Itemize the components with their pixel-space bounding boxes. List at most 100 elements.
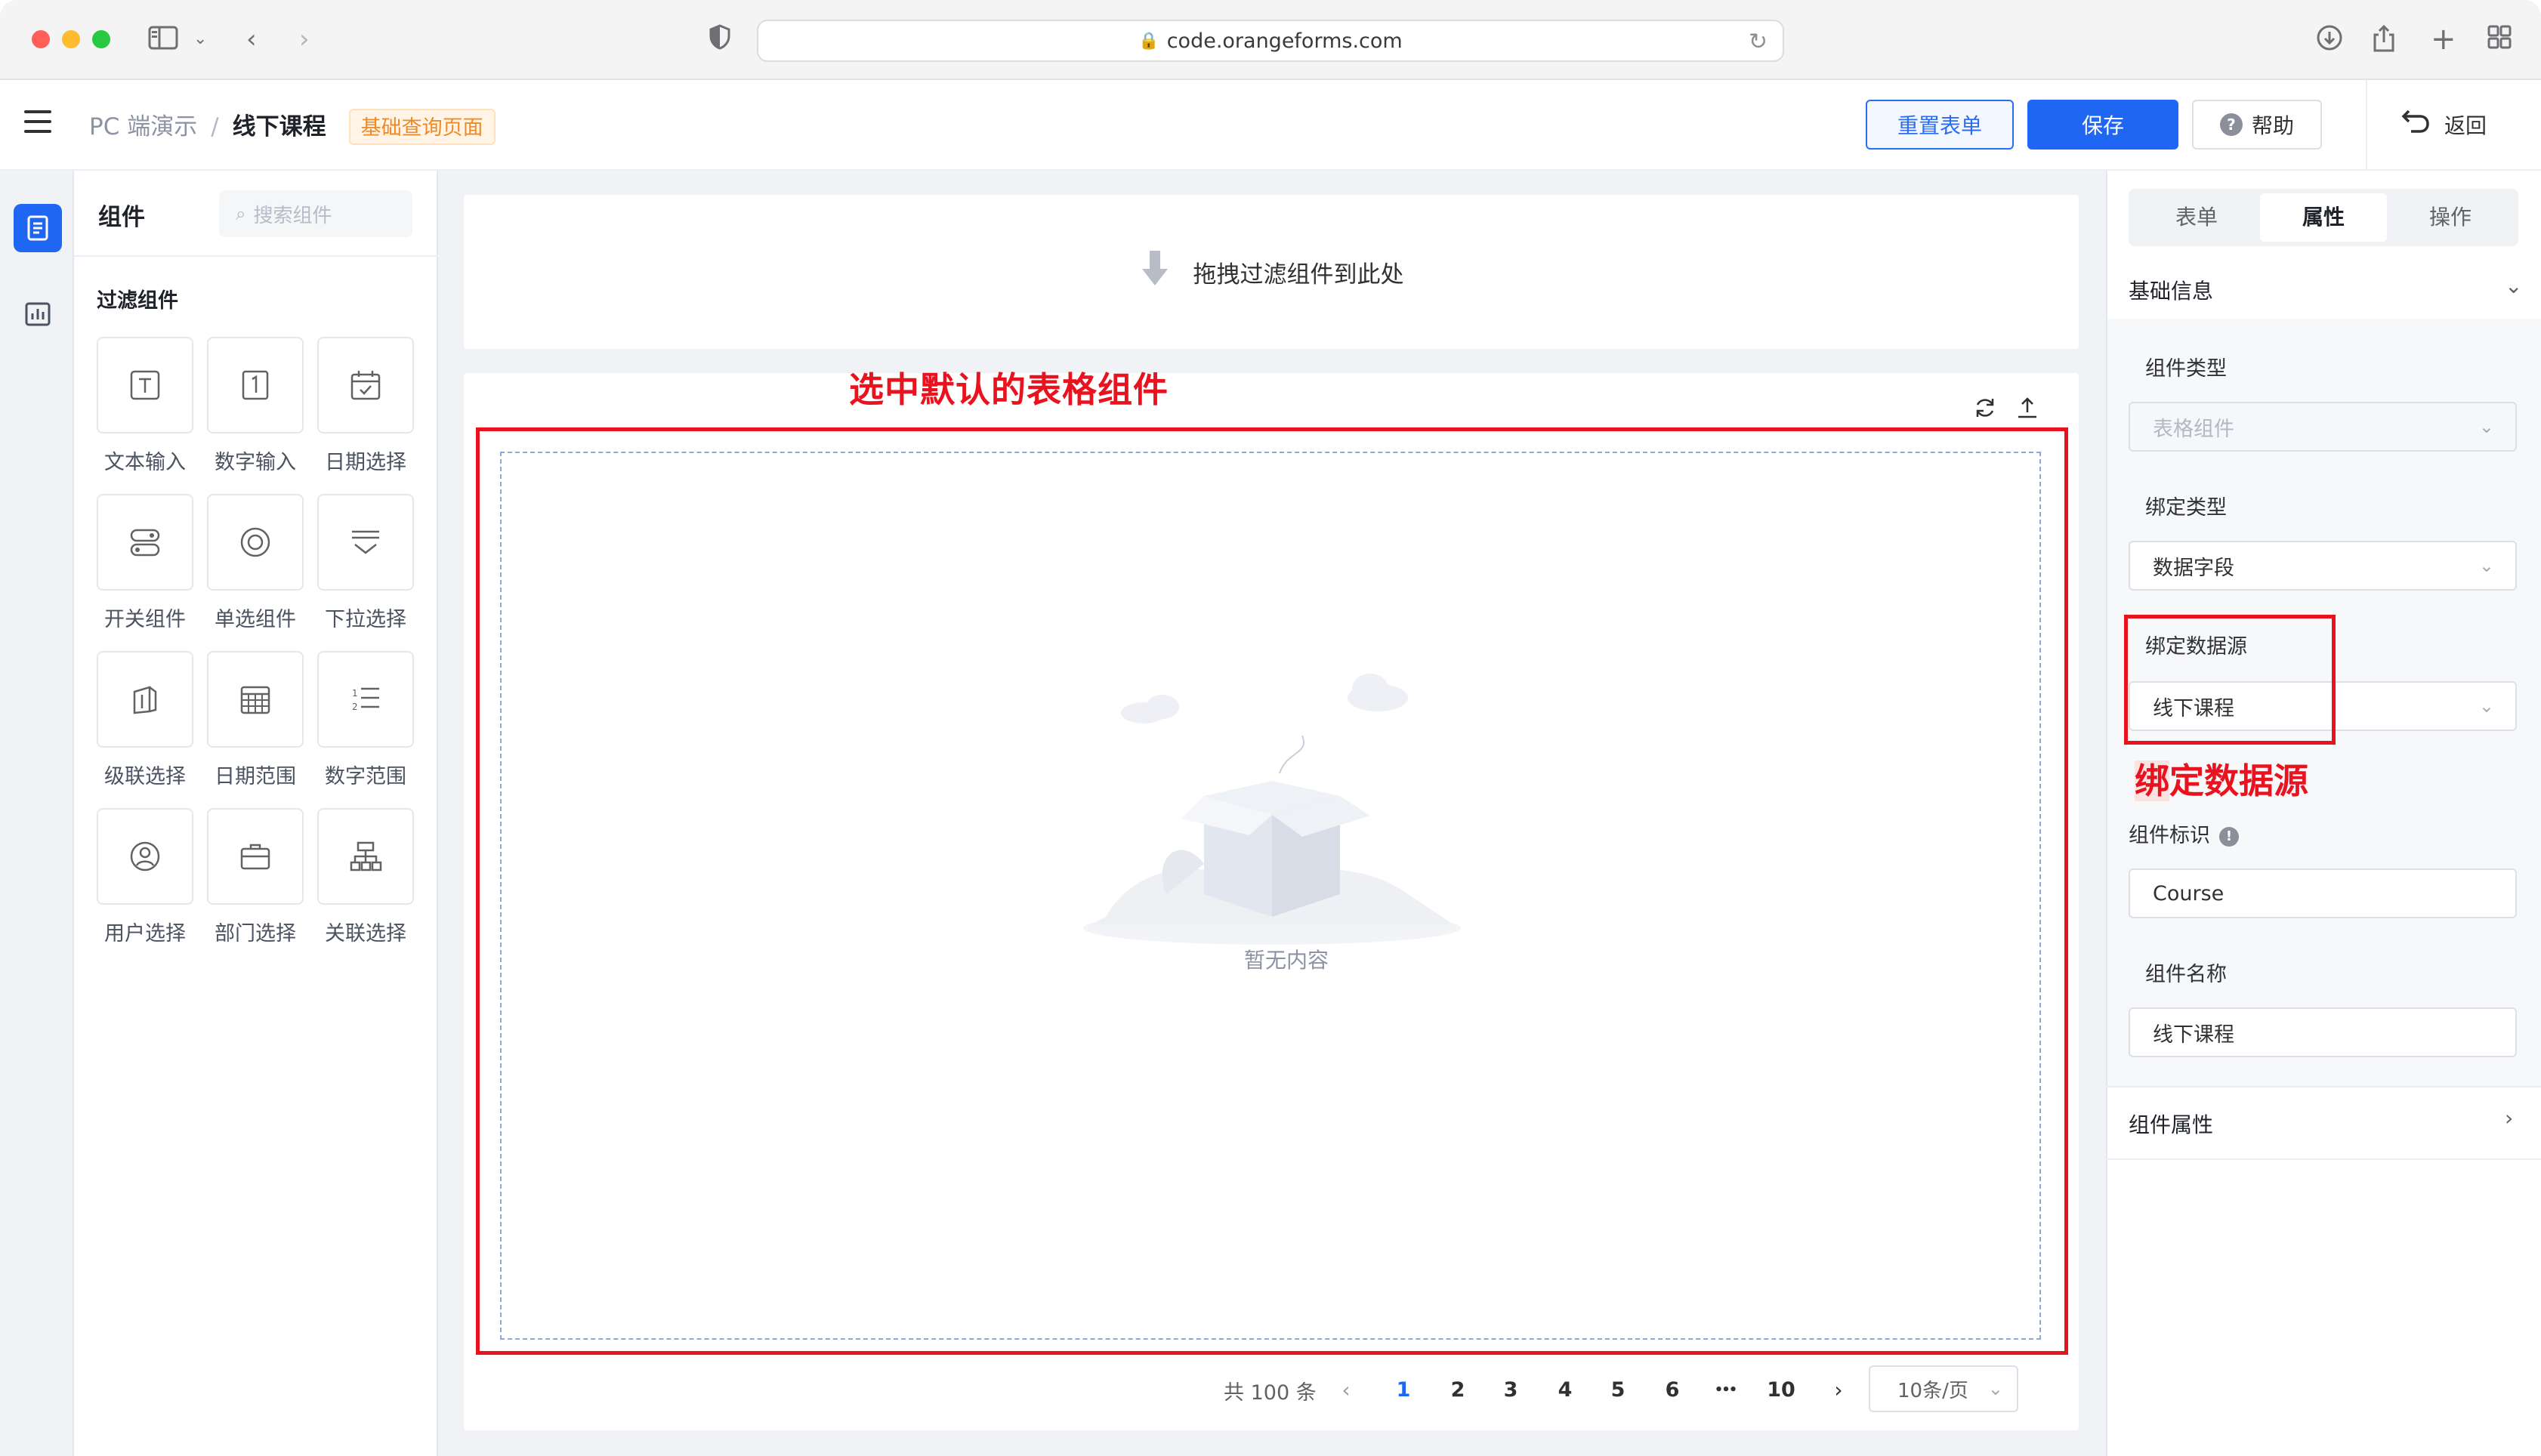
lock-icon: 🔒 [1138, 31, 1159, 51]
component-tile-department-select[interactable]: 部门选择 [207, 808, 304, 965]
address-bar[interactable]: 🔒 code.orangeforms.com ↻ [757, 20, 1784, 62]
component-panel: 组件 ⌕ 搜索组件 过滤组件 文本输入 数字输入 日期选择 开关组件 单选组件 … [74, 171, 438, 1456]
component-id-input[interactable]: Course [2129, 868, 2517, 918]
component-name-value: 线下课程 [2153, 1023, 2234, 1047]
chevron-down-icon[interactable]: ⌄ [2505, 273, 2522, 298]
tab-form[interactable]: 表单 [2133, 193, 2260, 242]
header-divider [2366, 80, 2367, 171]
page-type-tag: 基础查询页面 [348, 109, 496, 145]
component-tile-label: 文本输入 [104, 451, 186, 474]
new-tab-icon[interactable]: + [2431, 24, 2456, 54]
component-tile-label: 级联选择 [104, 765, 186, 788]
tab-overview-icon[interactable] [2487, 24, 2512, 57]
help-button[interactable]: ? 帮助 [2192, 100, 2322, 150]
pagination-page[interactable]: 6 [1657, 1368, 1687, 1412]
empty-state-text: 暂无内容 [1243, 948, 1329, 973]
component-tile-label: 部门选择 [215, 922, 296, 945]
component-tile-date-range[interactable]: 日期范围 [207, 651, 304, 808]
pagination-ellipsis[interactable]: ••• [1710, 1368, 1740, 1412]
pagination-page[interactable]: 4 [1550, 1368, 1580, 1412]
filter-drop-hint: 拖拽过滤组件到此处 [1193, 261, 1404, 288]
component-panel-title: 组件 [98, 204, 145, 231]
pagination-prev-icon[interactable]: ‹ [1331, 1368, 1361, 1412]
component-type-select: 表格组件 ⌄ [2129, 402, 2517, 452]
relation-select-icon [350, 841, 382, 871]
tab-actions[interactable]: 操作 [2387, 193, 2514, 242]
user-select-icon [130, 841, 160, 871]
pagination-page[interactable]: 5 [1603, 1368, 1633, 1412]
component-search-placeholder: 搜索组件 [253, 204, 332, 227]
component-tile-label: 下拉选择 [325, 608, 406, 631]
menu-icon[interactable] [24, 110, 51, 133]
window-zoom-button[interactable] [92, 30, 110, 48]
component-search-input[interactable]: ⌕ 搜索组件 [219, 190, 412, 237]
bar-chart-icon [25, 302, 51, 326]
component-id-label-text: 组件标识 [2129, 824, 2210, 847]
date-range-icon [240, 686, 270, 714]
pagination-page[interactable]: 3 [1496, 1368, 1526, 1412]
chart-rail-button[interactable] [14, 290, 62, 338]
date-picker-icon [350, 371, 381, 400]
chevron-right-icon[interactable]: › [2505, 1106, 2513, 1131]
refresh-icon[interactable] [1973, 396, 1997, 423]
pagination-next-icon[interactable]: › [1823, 1368, 1854, 1412]
component-name-input[interactable]: 线下课程 [2129, 1007, 2517, 1057]
component-tile-cascader[interactable]: 级联选择 [97, 651, 193, 808]
chevron-down-icon: ⌄ [2478, 555, 2494, 576]
form-designer-rail-button[interactable] [14, 204, 62, 252]
reset-form-button[interactable]: 重置表单 [1866, 100, 2014, 150]
share-icon[interactable] [2372, 24, 2396, 60]
forward-nav-icon[interactable]: › [299, 24, 310, 54]
reload-icon[interactable]: ↻ [1749, 29, 1768, 55]
upload-icon[interactable] [2015, 396, 2039, 423]
component-tile-text-input[interactable]: 文本输入 [97, 337, 193, 494]
page-size-select[interactable]: 10条/页 ⌄ [1869, 1365, 2018, 1412]
radio-icon [240, 527, 270, 557]
component-tile-user-select[interactable]: 用户选择 [97, 808, 193, 965]
component-name-label: 组件名称 [2145, 963, 2227, 986]
pagination-page[interactable]: 1 [1388, 1368, 1419, 1412]
property-tabs: 表单 属性 操作 [2129, 189, 2518, 246]
save-button[interactable]: 保存 [2027, 100, 2178, 150]
component-attributes-section-header[interactable]: 组件属性 [2129, 1109, 2213, 1139]
url-text: code.orangeforms.com [1166, 29, 1403, 53]
breadcrumb-item-current: 线下课程 [232, 113, 326, 140]
canvas-annotation: 选中默认的表格组件 [849, 369, 1169, 410]
pagination-page[interactable]: 2 [1443, 1368, 1473, 1412]
pagination-last-page[interactable]: 10 [1763, 1368, 1799, 1412]
filter-drop-zone[interactable]: 拖拽过滤组件到此处 [464, 195, 2079, 349]
component-tile-radio[interactable]: 单选组件 [207, 494, 304, 651]
component-tile-number-input[interactable]: 数字输入 [207, 337, 304, 494]
text-input-icon [130, 370, 160, 400]
bind-type-select[interactable]: 数据字段 ⌄ [2129, 541, 2517, 591]
component-tile-dropdown[interactable]: 下拉选择 [317, 494, 414, 651]
annotation-highlight-char: 绑 [2135, 760, 2169, 801]
breadcrumb-separator: / [211, 113, 219, 140]
component-tile-label: 开关组件 [104, 608, 186, 631]
breadcrumb: PC 端演示 / 线下课程 基础查询页面 [89, 109, 496, 145]
component-tile-date-picker[interactable]: 日期选择 [317, 337, 414, 494]
component-tile-number-range[interactable]: 12 数字范围 [317, 651, 414, 808]
chevron-down-icon[interactable]: ⌄ [193, 24, 207, 54]
download-icon[interactable] [2316, 24, 2343, 58]
window-close-button[interactable] [32, 30, 50, 48]
component-tile-switch[interactable]: 开关组件 [97, 494, 193, 651]
component-tile-label: 日期选择 [325, 451, 406, 474]
sidebar-toggle-icon[interactable] [148, 24, 178, 58]
back-nav-icon[interactable]: ‹ [246, 24, 257, 54]
window-minimize-button[interactable] [62, 30, 80, 48]
bind-type-value: 数据字段 [2153, 556, 2234, 580]
tab-properties[interactable]: 属性 [2260, 193, 2387, 242]
annotation-rest: 定数据源 [2169, 760, 2308, 801]
basic-info-section-header[interactable]: 基础信息 [2129, 275, 2213, 305]
undo-arrow-icon [2401, 107, 2431, 142]
info-icon[interactable]: ! [2219, 827, 2239, 847]
breadcrumb-item-pc-demo[interactable]: PC 端演示 [89, 110, 197, 143]
bind-type-label: 绑定类型 [2145, 496, 2227, 520]
component-tile-relation-select[interactable]: 关联选择 [317, 808, 414, 965]
section-divider [2106, 1086, 2541, 1087]
back-button[interactable]: 返回 [2401, 107, 2487, 142]
chevron-down-icon: ⌄ [1987, 1378, 2003, 1399]
privacy-shield-icon[interactable] [709, 24, 731, 58]
component-id-value: Course [2153, 881, 2225, 905]
